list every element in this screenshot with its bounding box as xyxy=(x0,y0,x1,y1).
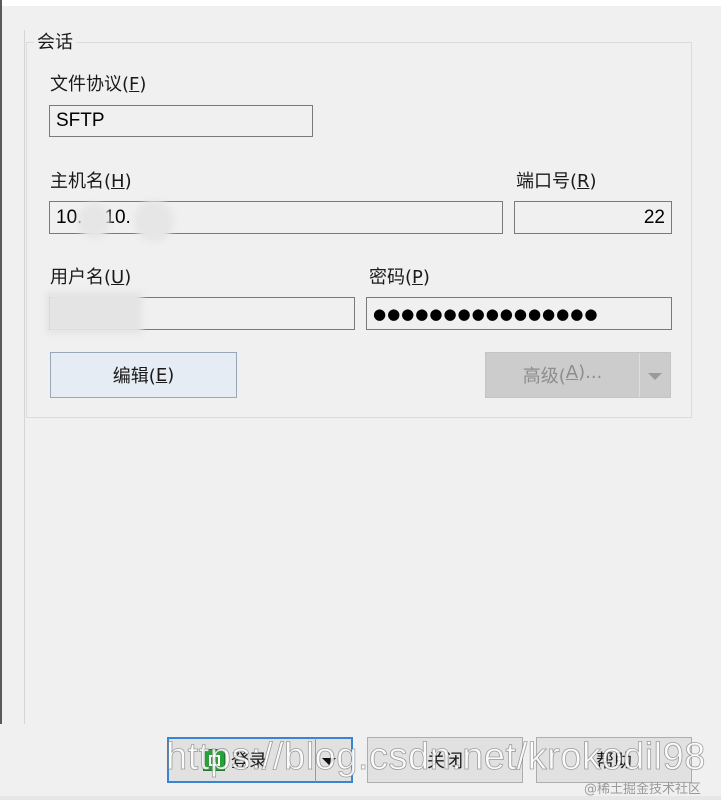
panel-divider xyxy=(24,30,25,724)
port-label: 端口号(R) xyxy=(516,170,597,194)
password-label-text: 密码( xyxy=(369,267,413,288)
user-redaction xyxy=(46,292,142,334)
window-left-edge xyxy=(0,0,2,724)
port-mnemonic: R xyxy=(577,171,590,192)
chevron-down-icon xyxy=(648,373,662,380)
password-mask: ●●●●●●●●●●●●●●●● xyxy=(373,304,599,323)
host-redaction xyxy=(134,200,174,242)
host-label-text: 主机名( xyxy=(50,171,112,192)
user-mnemonic: U xyxy=(111,267,125,288)
password-label-end: ) xyxy=(422,267,430,288)
protocol-select[interactable]: SFTP xyxy=(49,105,313,137)
port-label-text: 端口号( xyxy=(516,171,578,192)
host-input[interactable]: 10. 10. xyxy=(49,201,503,234)
watermark-brand: @稀土掘金技术社区 xyxy=(584,782,702,797)
edit-button[interactable]: 编辑(E) xyxy=(50,352,237,398)
session-group-title: 会话 xyxy=(34,31,76,55)
password-label: 密码(P) xyxy=(369,266,430,290)
window-top-edge xyxy=(0,0,721,6)
user-label-end: ) xyxy=(124,267,132,288)
watermark-url: https://blog.csdn.net/krokodil98 xyxy=(166,736,706,779)
protocol-value: SFTP xyxy=(56,110,105,131)
advanced-mnemonic: A xyxy=(565,362,579,383)
advanced-button: 高级(A)... xyxy=(485,352,671,398)
host-mnemonic: H xyxy=(111,171,125,192)
window-bottom-edge xyxy=(0,796,721,800)
protocol-mnemonic: F xyxy=(129,74,140,95)
protocol-label: 文件协议(F) xyxy=(50,73,146,97)
user-label-text: 用户名( xyxy=(50,267,112,288)
password-input[interactable]: ●●●●●●●●●●●●●●●● xyxy=(366,297,672,330)
edit-label: 编辑( xyxy=(112,366,156,387)
port-label-end: ) xyxy=(589,171,597,192)
host-redaction xyxy=(78,203,110,239)
advanced-label: 高级( xyxy=(522,366,566,387)
protocol-label-text: 文件协议( xyxy=(50,74,130,95)
port-value: 22 xyxy=(643,206,665,228)
advanced-label-end: )... xyxy=(578,362,603,383)
protocol-label-end: ) xyxy=(139,74,147,95)
edit-label-end: ) xyxy=(167,364,175,386)
advanced-button-main: 高级(A)... xyxy=(486,362,639,388)
user-label: 用户名(U) xyxy=(50,266,131,290)
host-label: 主机名(H) xyxy=(50,170,132,194)
password-mnemonic: P xyxy=(412,267,423,288)
host-label-end: ) xyxy=(124,171,132,192)
port-input[interactable]: 22 xyxy=(514,201,672,234)
edit-mnemonic: E xyxy=(155,364,168,386)
